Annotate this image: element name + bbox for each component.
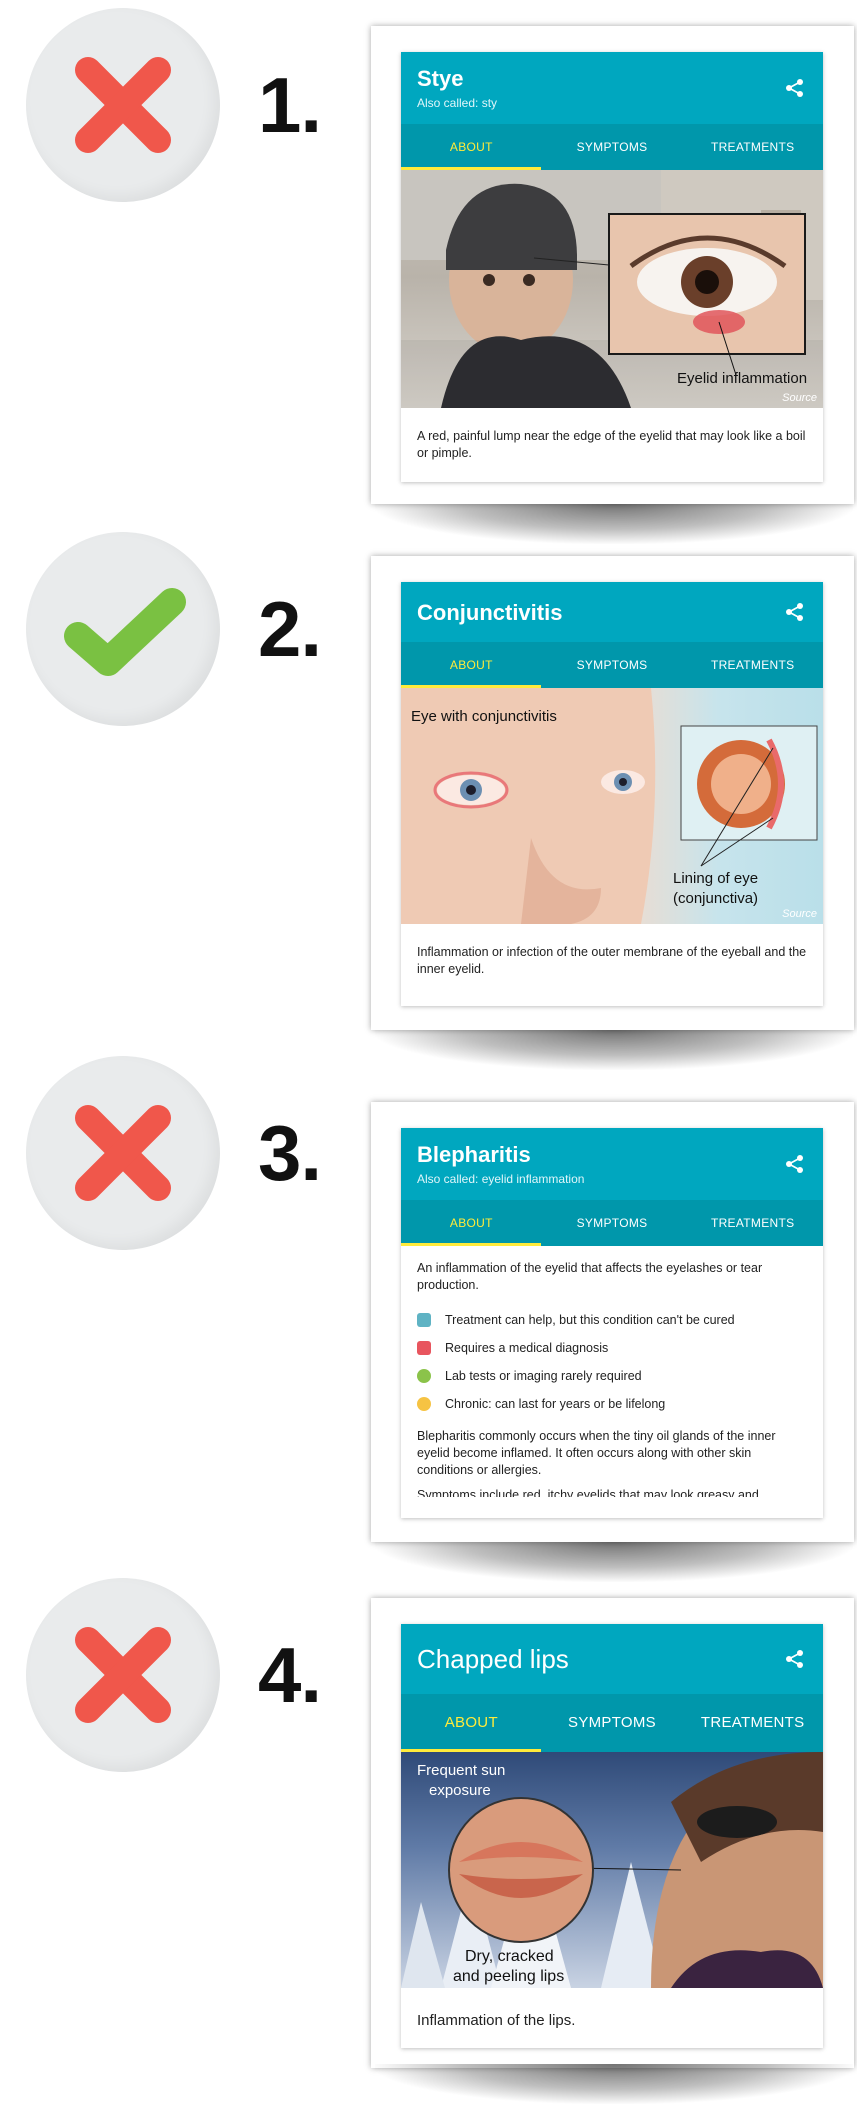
card-description: A red, painful lump near the edge of the… [417,429,806,460]
screenshot-frame: Blepharitis Also called: eyelid inflamma… [371,1102,854,1542]
share-icon[interactable] [785,1649,805,1669]
fact-text: Lab tests or imaging rarely required [445,1369,642,1383]
share-icon[interactable] [785,602,805,622]
fact-text: Requires a medical diagnosis [445,1341,609,1355]
check-icon [64,588,186,676]
card-title: Chapped lips [417,1644,569,1674]
fact-text: Treatment can help, but this condition c… [445,1313,735,1327]
card-title: Stye [417,66,464,91]
cross-icon [75,1627,171,1723]
knowledge-card: Stye Also called: sty ABOUT SYMPTOMS TRE… [401,52,823,482]
incorrect-mark [26,1056,220,1250]
item-number: 4. [258,1631,322,1719]
tab-about[interactable]: ABOUT [401,1694,542,1752]
card-header: Stye Also called: sty [401,52,823,124]
screenshot-frame: Conjunctivitis ABOUT SYMPTOMS TREATMENTS [371,556,854,1030]
card-description: Inflammation or infection of the outer m… [417,945,807,976]
tab-about[interactable]: ABOUT [401,124,542,170]
tab-bar: ABOUT SYMPTOMS TREATMENTS [401,642,823,688]
source-link[interactable]: Source [782,908,817,920]
condition-illustration: Frequent sun exposure Dry, cracked and p… [401,1752,823,1988]
knowledge-card: Conjunctivitis ABOUT SYMPTOMS TREATMENTS [401,582,823,1006]
also-called: Also called: eyelid inflammation [417,1172,585,1186]
tab-symptoms[interactable]: SYMPTOMS [542,1200,683,1246]
fact-item: Chronic: can last for years or be lifelo… [417,1390,807,1418]
card-description: Inflammation of the lips. [417,2012,576,2029]
active-tab-indicator [401,1243,541,1246]
cross-icon [75,1105,171,1201]
card-header: Conjunctivitis [401,582,823,642]
image-label-top: Eye with conjunctivitis [411,708,557,725]
share-icon[interactable] [785,78,805,98]
screenshot-frame: Chapped lips ABOUT SYMPTOMS TREATMENTS F… [371,1598,854,2068]
tab-about[interactable]: ABOUT [401,642,542,688]
tab-treatments[interactable]: TREATMENTS [682,642,823,688]
image-label-top-1: Frequent sun [417,1762,506,1779]
item-number: 1. [258,61,322,149]
card-description: An inflammation of the eyelid that affec… [417,1261,763,1292]
detail-paragraph: Blepharitis commonly occurs when the tin… [417,1429,776,1477]
tab-treatments[interactable]: TREATMENTS [682,1694,823,1752]
cross-icon [75,57,171,153]
correct-mark [26,532,220,726]
image-caption: Eyelid inflammation [677,370,808,387]
source-link[interactable]: Source [782,392,817,404]
lab-test-icon [417,1369,431,1383]
tab-about[interactable]: ABOUT [401,1200,542,1246]
condition-illustration: Eye with conjunctivitis Lining of eye (c… [401,688,823,924]
frame-shadow [375,504,853,544]
image-label-top-2: exposure [429,1782,491,1799]
frame-shadow [375,2064,853,2104]
tab-treatments[interactable]: TREATMENTS [682,1200,823,1246]
fact-item: Requires a medical diagnosis [417,1334,807,1362]
item-number: 2. [258,585,322,673]
card-header: Blepharitis Also called: eyelid inflamma… [401,1128,823,1200]
also-called: Also called: sty [417,96,498,110]
fact-item: Treatment can help, but this condition c… [417,1306,807,1334]
detail-paragraph-truncated: Symptoms include red, itchy eyelids that… [417,1488,759,1497]
tab-symptoms[interactable]: SYMPTOMS [542,642,683,688]
screenshot-frame: Stye Also called: sty ABOUT SYMPTOMS TRE… [371,26,854,504]
fact-list: Treatment can help, but this condition c… [401,1306,823,1418]
item-number: 3. [258,1109,322,1197]
tab-bar: ABOUT SYMPTOMS TREATMENTS [401,1694,823,1752]
card-header: Chapped lips [401,1624,823,1694]
card-title: Conjunctivitis [417,600,563,625]
card-title: Blepharitis [417,1142,531,1167]
tab-symptoms[interactable]: SYMPTOMS [542,124,683,170]
fact-text: Chronic: can last for years or be lifelo… [445,1397,666,1411]
tab-bar: ABOUT SYMPTOMS TREATMENTS [401,1200,823,1246]
image-label-bottom-2: and peeling lips [453,1968,565,1985]
knowledge-card: Blepharitis Also called: eyelid inflamma… [401,1128,823,1518]
tab-treatments[interactable]: TREATMENTS [682,124,823,170]
image-label-bottom-1: Dry, cracked [465,1948,554,1965]
image-label-bottom-2: (conjunctiva) [673,890,759,907]
tab-bar: ABOUT SYMPTOMS TREATMENTS [401,124,823,170]
clipboard-icon [417,1341,431,1355]
incorrect-mark [26,1578,220,1772]
frame-shadow [375,1030,853,1070]
fact-item: Lab tests or imaging rarely required [417,1362,807,1390]
incorrect-mark [26,8,220,202]
share-icon[interactable] [785,1154,805,1174]
knowledge-card: Chapped lips ABOUT SYMPTOMS TREATMENTS F… [401,1624,823,2048]
image-label-bottom-1: Lining of eye [673,870,759,887]
medicine-bottle-icon [417,1313,431,1327]
clock-icon [417,1397,431,1411]
tab-symptoms[interactable]: SYMPTOMS [542,1694,683,1752]
frame-shadow [375,1542,853,1582]
condition-illustration: Eyelid inflammation Source [401,170,823,408]
